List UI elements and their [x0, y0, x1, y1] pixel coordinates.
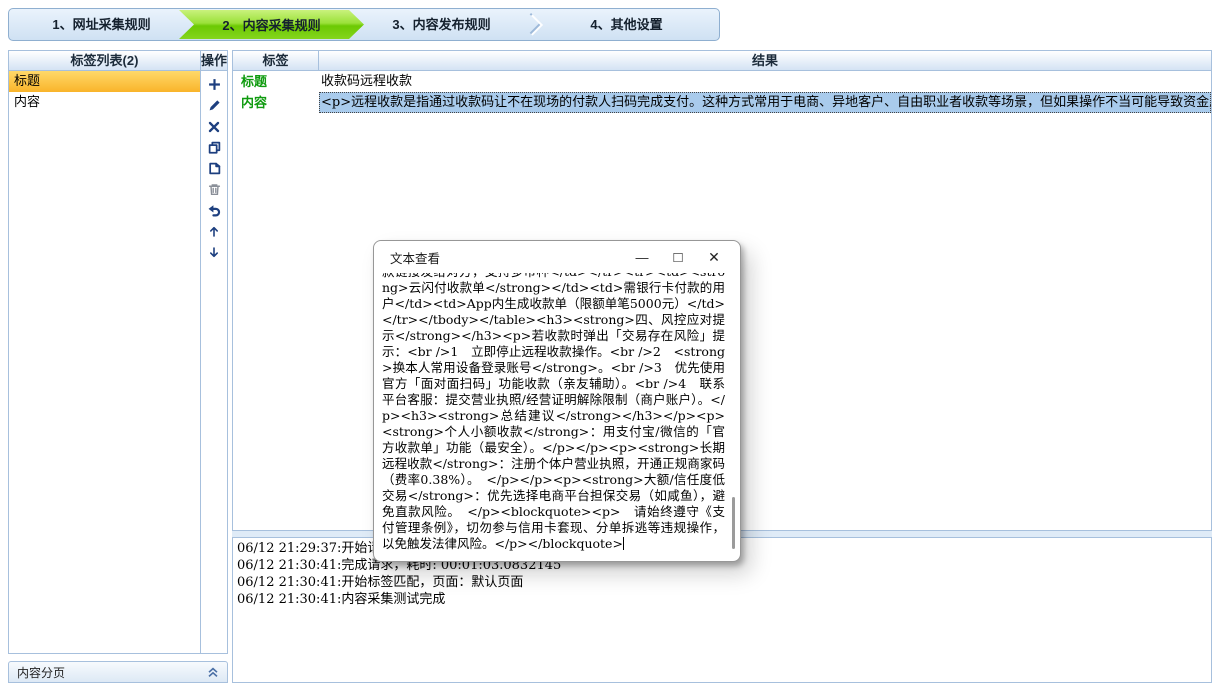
op-edit-button[interactable]	[202, 95, 226, 116]
log-line: 06/12 21:30:41:开始标签匹配，页面：默认页面	[237, 574, 1207, 591]
op-delete-button[interactable]	[202, 116, 226, 137]
op-move-down-button[interactable]	[202, 242, 226, 263]
trash-icon	[208, 183, 221, 196]
content-pagination-label: 内容分页	[17, 664, 65, 681]
text-cursor	[623, 537, 624, 550]
move-down-icon	[208, 246, 220, 259]
tab-label: 3、内容发布规则	[392, 17, 490, 32]
result-tag-content: 内容	[233, 92, 319, 113]
tag-list-panel: 标签列表(2) 标题 内容 操作	[8, 50, 228, 654]
tab-content-collect-rules[interactable]: 2、内容采集规则	[179, 10, 364, 39]
result-value-title[interactable]: 收款码远程收款	[319, 71, 1211, 92]
edit-icon	[208, 99, 221, 112]
op-add-button[interactable]	[202, 74, 226, 95]
text-viewer-dialog: 文本查看 — □ ✕ 服务费"），买家拍下支付</td></tr><tr><td…	[373, 240, 741, 562]
close-icon: ✕	[708, 249, 720, 266]
tag-list-item-content[interactable]: 内容	[9, 92, 200, 113]
tab-other-settings[interactable]: 4、其他设置	[534, 9, 719, 40]
add-icon	[208, 78, 221, 91]
dialog-titlebar[interactable]: 文本查看 — □ ✕	[374, 241, 740, 273]
paste-icon	[208, 162, 221, 175]
dialog-title: 文本查看	[374, 248, 624, 267]
maximize-button[interactable]: □	[660, 241, 696, 273]
results-header-row: 标签 结果	[233, 51, 1211, 71]
dialog-text-content: 服务费"），买家拍下支付</td></tr><tr><td><strong>Pa…	[382, 273, 725, 551]
tag-list-header: 标签列表(2)	[9, 51, 200, 71]
op-undo-button[interactable]	[202, 200, 226, 221]
copy-icon	[208, 141, 221, 154]
minimize-button[interactable]: —	[624, 241, 660, 273]
minimize-icon: —	[636, 250, 649, 265]
tab-content-publish-rules[interactable]: 3、内容发布规则	[349, 9, 534, 40]
log-line: 06/12 21:30:41:内容采集测试完成	[237, 591, 1207, 608]
close-button[interactable]: ✕	[696, 241, 732, 273]
op-copy-button[interactable]	[202, 137, 226, 158]
delete-icon	[208, 121, 220, 133]
tab-url-collect-rules[interactable]: 1、网址采集规则	[9, 9, 194, 40]
tag-list-column: 标签列表(2) 标题 内容	[9, 51, 201, 653]
op-paste-button[interactable]	[202, 158, 226, 179]
column-header-result[interactable]: 结果	[319, 51, 1211, 71]
op-trash-button[interactable]	[202, 179, 226, 200]
operations-header: 操作	[201, 51, 227, 71]
table-row: 内容 <p>远程收款是指通过收款码让不在现场的付款人扫码完成支付。这种方式常用于…	[233, 92, 1211, 113]
wizard-tabbar: 1、网址采集规则 2、内容采集规则 3、内容发布规则 4、其他设置	[8, 8, 720, 41]
result-value-content[interactable]: <p>远程收款是指通过收款码让不在现场的付款人扫码完成支付。这种方式常用于电商、…	[319, 92, 1211, 113]
maximize-icon: □	[673, 249, 682, 266]
undo-icon	[208, 204, 221, 217]
content-pagination-bar[interactable]: 内容分页	[8, 661, 228, 683]
dialog-scrollbar[interactable]	[732, 497, 735, 549]
op-move-up-button[interactable]	[202, 221, 226, 242]
tag-list: 标题 内容	[9, 71, 200, 653]
table-row: 标题 收款码远程收款	[233, 71, 1211, 92]
dialog-text-area[interactable]: 服务费"），买家拍下支付</td></tr><tr><td><strong>Pa…	[375, 273, 739, 560]
tag-list-item-title[interactable]: 标题	[9, 71, 200, 92]
result-tag-title: 标题	[233, 71, 319, 92]
dialog-text: 服务费"），买家拍下支付</td></tr><tr><td><strong>Pa…	[382, 273, 725, 552]
column-header-tag[interactable]: 标签	[233, 51, 319, 71]
move-up-icon	[208, 225, 220, 238]
operations-column: 操作	[201, 51, 227, 653]
collapse-icon	[207, 667, 219, 678]
tab-label: 4、其他设置	[590, 17, 662, 32]
